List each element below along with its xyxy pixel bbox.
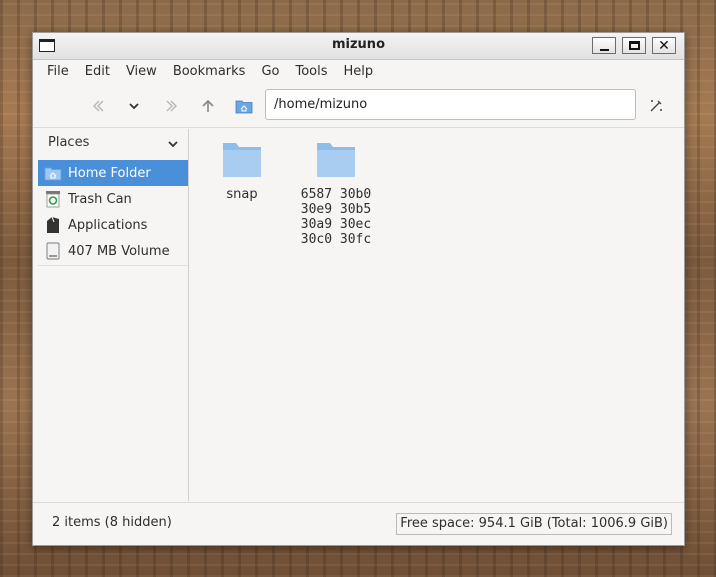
maximize-icon [628, 41, 640, 50]
file-view[interactable]: snap 6587 30b0 30e9 30b5 30a9 30ec 30c0 … [190, 129, 684, 501]
up-arrow-icon [202, 99, 214, 112]
trash-icon [44, 190, 62, 208]
toggle-path-bar-button[interactable] [645, 95, 667, 117]
chevron-down-icon [168, 141, 178, 148]
close-icon: ✕ [658, 37, 670, 54]
minimize-icon [599, 48, 609, 51]
chevron-down-icon [129, 103, 139, 110]
close-button[interactable]: ✕ [652, 37, 676, 54]
menu-tools[interactable]: Tools [287, 61, 335, 83]
minimize-button[interactable] [592, 37, 616, 54]
location-input[interactable]: /home/mizuno [265, 89, 636, 120]
menu-go[interactable]: Go [253, 61, 287, 83]
status-bar: 2 items (8 hidden) Free space: 954.1 GiB… [33, 502, 684, 545]
home-folder-icon [235, 100, 253, 114]
menu-help[interactable]: Help [336, 61, 382, 83]
sidebar-item-label: 407 MB Volume [68, 243, 170, 259]
window-title: mizuno [331, 37, 385, 52]
back-button[interactable] [87, 95, 109, 117]
home-folder-icon [44, 164, 62, 182]
history-dropdown-button[interactable] [123, 95, 145, 117]
parent-folder-button[interactable] [197, 95, 219, 117]
home-button[interactable] [233, 95, 255, 117]
places-dropdown-button[interactable] [166, 137, 180, 155]
item-count: 2 items (8 hidden) [52, 515, 172, 530]
sidebar-item-home-folder[interactable]: Home Folder [38, 160, 188, 186]
edit-location-icon [650, 100, 662, 112]
forward-button[interactable] [161, 95, 183, 117]
applications-icon [44, 216, 62, 234]
places-sidebar: Places Home Folder Trash Can Application… [38, 129, 189, 501]
free-space-indicator: Free space: 954.1 GiB (Total: 1006.9 GiB… [396, 513, 672, 535]
menu-file[interactable]: File [39, 61, 77, 83]
menu-edit[interactable]: Edit [77, 61, 118, 83]
file-manager-window: mizuno ✕ File Edit View Bookmarks Go Too… [32, 32, 685, 546]
folder-icon [317, 143, 355, 177]
menu-view[interactable]: View [118, 61, 165, 83]
places-heading: Places [48, 135, 90, 150]
back-icon [93, 100, 104, 112]
sidebar-item-label: Home Folder [68, 165, 151, 181]
sidebar-item-label: Trash Can [68, 191, 132, 207]
folder-icon [223, 143, 261, 177]
sidebar-item-label: Applications [68, 217, 148, 233]
title-bar[interactable]: mizuno ✕ [33, 33, 684, 60]
file-item-unnamed-japanese[interactable]: 6587 30b0 30e9 30b5 30a9 30ec 30c0 30fc [290, 137, 382, 247]
sidebar-item-applications[interactable]: Applications [38, 212, 188, 238]
menu-bar: File Edit View Bookmarks Go Tools Help [33, 60, 684, 84]
file-name: snap [226, 187, 258, 202]
sidebar-item-trash-can[interactable]: Trash Can [38, 186, 188, 212]
forward-icon [166, 100, 177, 112]
menu-bookmarks[interactable]: Bookmarks [165, 61, 254, 83]
sidebar-item-407-mb-volume[interactable]: 407 MB Volume [38, 238, 188, 264]
sidebar-divider [38, 265, 188, 266]
drive-icon [44, 242, 62, 260]
file-item-snap[interactable]: snap [196, 137, 288, 202]
maximize-button[interactable] [622, 37, 646, 54]
file-name: 6587 30b0 30e9 30b5 30a9 30ec 30c0 30fc [300, 187, 372, 247]
